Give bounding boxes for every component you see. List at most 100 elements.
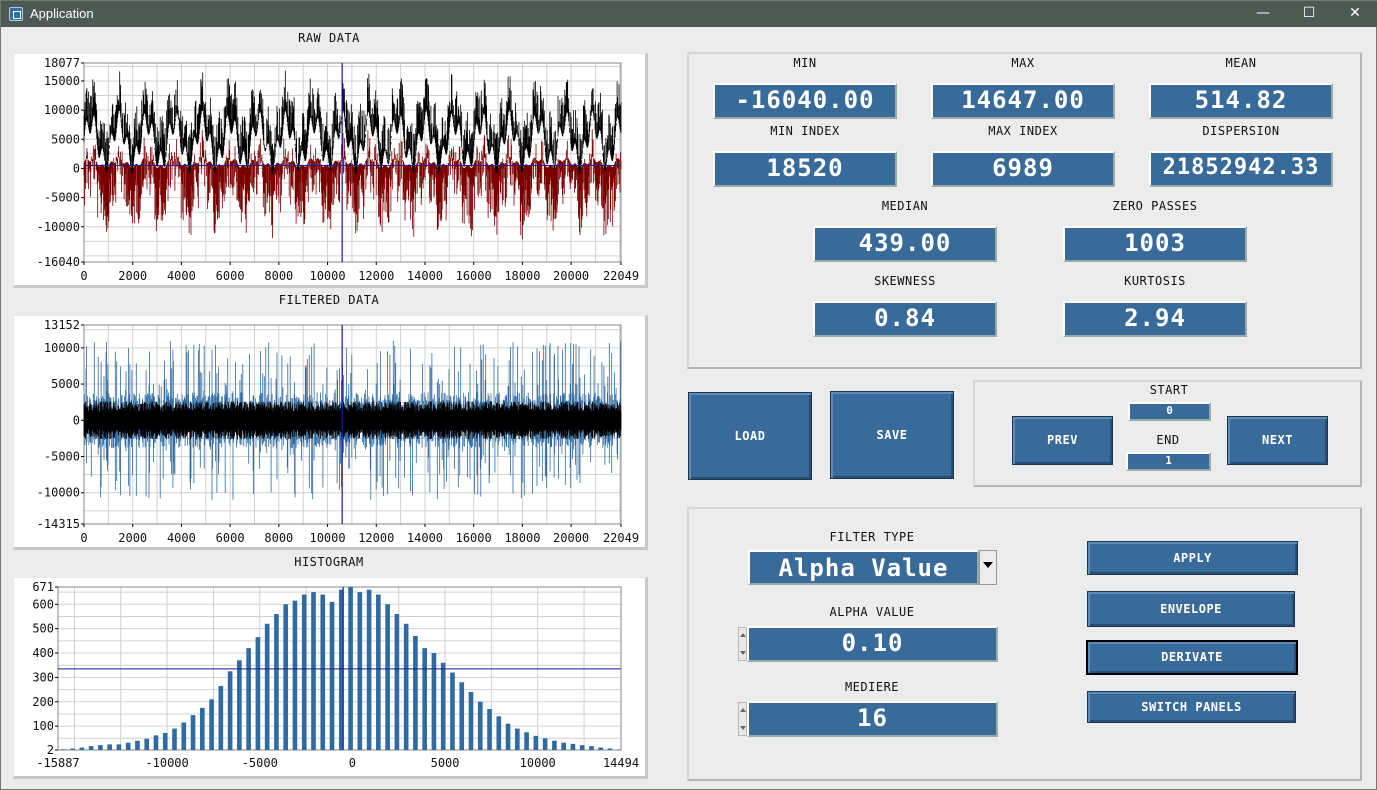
- histogram-bar: [218, 685, 224, 750]
- arrow-up-icon[interactable]: [740, 633, 746, 637]
- histogram-bar: [107, 744, 112, 750]
- x-tick-label: 8000: [264, 269, 293, 283]
- prev-button[interactable]: PREV: [1012, 416, 1113, 465]
- histogram-bar: [329, 601, 335, 750]
- x-tick-label: 6000: [216, 269, 245, 283]
- alpha-stepper[interactable]: [738, 627, 747, 661]
- histogram-bar: [292, 600, 298, 750]
- y-tick-label: -5000: [44, 450, 80, 464]
- x-tick-label: 22049: [603, 269, 639, 283]
- histogram-bar: [394, 614, 400, 750]
- filtered-data-title: FILTERED DATA: [278, 293, 380, 307]
- histogram-title: HISTOGRAM: [294, 555, 364, 569]
- x-tick-label: 0: [80, 531, 87, 545]
- maximize-button[interactable]: ☐: [1286, 1, 1332, 27]
- histogram-bar: [116, 744, 122, 750]
- chevron-down-icon[interactable]: [979, 550, 997, 585]
- histogram-bar: [135, 740, 140, 750]
- x-tick-label: 10000: [309, 269, 345, 283]
- start-label: START: [1149, 383, 1189, 397]
- y-tick-label: 400: [32, 646, 54, 660]
- y-tick-label: 300: [32, 670, 54, 684]
- x-tick-label: 10000: [520, 756, 556, 770]
- load-button[interactable]: LOAD: [688, 392, 812, 480]
- raw-data-graph[interactable]: 18077 15000 10000 5000 0 -5000 -10000 -16040 0 20…: [13, 53, 648, 288]
- x-tick-label: 4000: [167, 269, 196, 283]
- app-icon: [9, 7, 23, 21]
- histogram-bar: [533, 735, 539, 750]
- histogram-bar: [125, 742, 131, 750]
- x-tick-label: 16000: [456, 531, 492, 545]
- arrow-down-icon[interactable]: [740, 726, 746, 730]
- filtered-data-graph[interactable]: 13152 10000 5000 0 -5000 -10000 -14315 0 2000 400…: [13, 315, 648, 550]
- mediere-stepper[interactable]: [738, 702, 747, 736]
- histogram-bar: [88, 746, 94, 750]
- y-tick-label: 600: [32, 597, 54, 611]
- y-tick-label: 500: [32, 622, 54, 636]
- histogram-bar: [79, 747, 85, 750]
- histogram-bar: [61, 749, 66, 750]
- histogram-bar: [607, 748, 613, 750]
- histogram-bar: [496, 716, 502, 750]
- x-tick-label: 5000: [431, 756, 460, 770]
- histogram-bar: [524, 732, 529, 750]
- minimize-button[interactable]: —: [1240, 1, 1286, 27]
- raw-data-title: RAW DATA: [298, 31, 360, 45]
- x-tick-label: 16000: [456, 269, 492, 283]
- zero-passes-field: 1003: [1063, 226, 1247, 262]
- min-index-label: MIN INDEX: [770, 124, 840, 138]
- histogram-bar: [366, 589, 372, 750]
- apply-button[interactable]: APPLY: [1087, 541, 1298, 575]
- save-button[interactable]: SAVE: [830, 391, 954, 479]
- histogram-bar: [422, 648, 427, 750]
- arrow-down-icon[interactable]: [740, 651, 746, 655]
- start-field[interactable]: 0: [1128, 402, 1211, 421]
- filter-type-select[interactable]: Alpha Value: [748, 550, 979, 585]
- switch-panels-button[interactable]: SWITCH PANELS: [1087, 691, 1296, 723]
- alpha-value-field[interactable]: 0.10: [747, 626, 998, 662]
- y-tick-label: 18077: [44, 56, 80, 70]
- max-label: MAX: [1011, 56, 1035, 70]
- histogram-bar: [403, 623, 409, 750]
- derivate-button[interactable]: DERIVATE: [1086, 640, 1298, 675]
- x-tick-label: 20000: [553, 269, 589, 283]
- y-tick-label: 671: [32, 580, 54, 594]
- next-button[interactable]: NEXT: [1227, 416, 1328, 465]
- y-tick-label: 200: [32, 695, 54, 709]
- end-field[interactable]: 1: [1126, 452, 1211, 471]
- close-button[interactable]: ✕: [1332, 1, 1377, 27]
- histogram-bar: [598, 747, 604, 750]
- histogram-bar: [505, 723, 511, 750]
- histogram-bar: [413, 635, 418, 750]
- histogram-bar: [376, 594, 381, 750]
- x-tick-label: 20000: [553, 531, 589, 545]
- histogram-bar: [459, 682, 465, 750]
- histogram-bar: [70, 748, 75, 750]
- histogram-bar: [283, 604, 289, 750]
- mediere-field[interactable]: 16: [747, 701, 998, 737]
- y-tick-label: 0: [73, 413, 80, 427]
- envelope-button[interactable]: ENVELOPE: [1087, 591, 1295, 627]
- histogram-bar: [357, 592, 363, 750]
- x-tick-label: 12000: [358, 269, 394, 283]
- arrow-up-icon[interactable]: [740, 708, 746, 712]
- histogram-bar: [570, 743, 576, 750]
- min-index-field: 18520: [713, 151, 897, 187]
- histogram-bar: [190, 715, 196, 750]
- x-tick-label: 18000: [504, 531, 540, 545]
- x-tick-label: 14000: [407, 531, 443, 545]
- histogram-bar: [542, 738, 548, 750]
- x-tick-label: 22049: [603, 531, 639, 545]
- x-tick-label: 2000: [118, 269, 147, 283]
- application-window: Application — ☐ ✕ RAW DATA 18077 15000 100…: [0, 0, 1377, 790]
- x-tick-label: 0: [80, 269, 87, 283]
- histogram-graph[interactable]: 671 600 500 400 300 200 100 2 -15887 -10000 -5000 0…: [13, 577, 648, 779]
- x-tick-label: 14494: [603, 756, 639, 770]
- y-tick-label: 100: [32, 719, 54, 733]
- kurtosis-field: 2.94: [1063, 301, 1247, 337]
- x-tick-label: 4000: [167, 531, 196, 545]
- y-tick-label: -10000: [37, 220, 80, 234]
- max-index-field: 6989: [931, 151, 1115, 187]
- histogram-bar: [440, 662, 446, 750]
- y-tick-label: 10000: [44, 341, 80, 355]
